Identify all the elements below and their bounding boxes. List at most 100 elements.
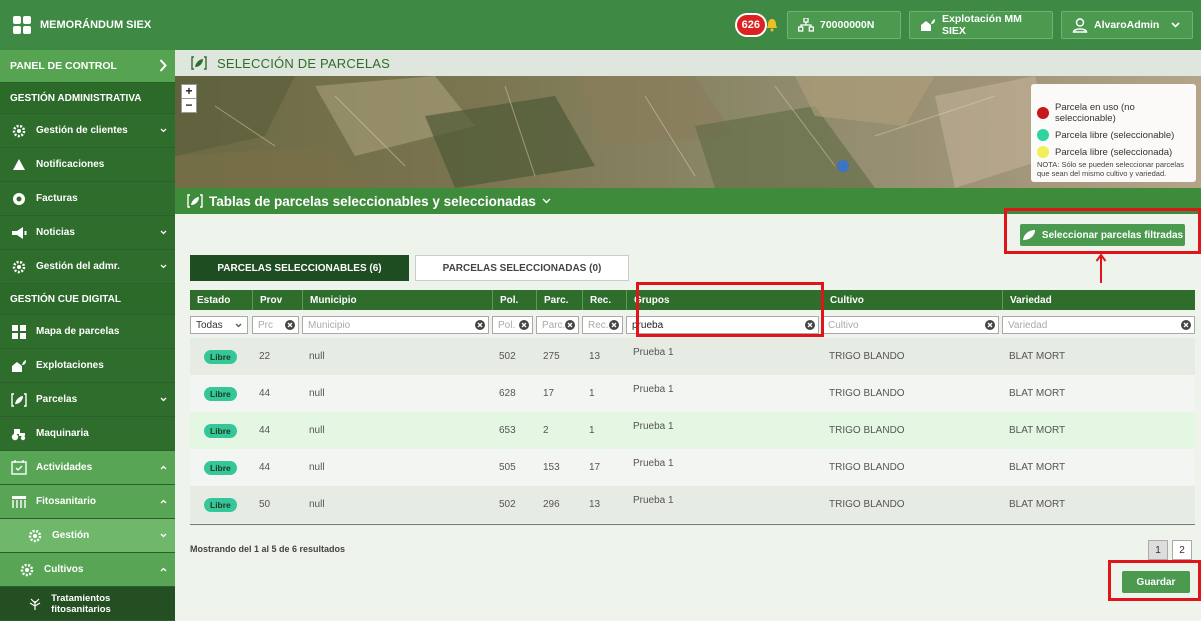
chevron-down-icon (160, 397, 167, 402)
municipio-filter-input[interactable]: Municipio (302, 316, 489, 334)
legend-dot-yellow (1037, 146, 1049, 158)
col-cultivo[interactable]: Cultivo (822, 290, 1002, 310)
parcel-icon (10, 392, 28, 408)
chevron-up-icon (160, 567, 167, 572)
sidebar-item-label: Cultivos (44, 564, 84, 575)
app-logo-block[interactable]: MEMORÁNDUM SIEX (0, 0, 175, 50)
clear-icon[interactable] (519, 320, 529, 330)
tab-seleccionadas[interactable]: PARCELAS SELECCIONADAS (0) (415, 255, 629, 281)
sidebar-item-gestion-admr[interactable]: Gestión del admr. (0, 250, 175, 284)
chevron-down-icon (542, 198, 551, 204)
tab-seleccionables[interactable]: PARCELAS SELECCIONABLES (6) (190, 255, 409, 281)
page-title: SELECCIÓN DE PARCELAS (217, 55, 391, 71)
farm-icon (10, 358, 28, 374)
cultivo-filter-input[interactable]: Cultivo (822, 316, 999, 334)
col-municipio[interactable]: Municipio (302, 290, 492, 310)
cell-prov: 44 (259, 425, 271, 436)
cell-parc: 296 (543, 499, 560, 510)
parcel-icon (187, 194, 203, 208)
status-badge: Libre (204, 349, 237, 364)
col-parc[interactable]: Parc. (536, 290, 582, 310)
sidebar-item-mapa-parcelas[interactable]: Mapa de parcelas (0, 315, 175, 349)
clear-icon[interactable] (475, 320, 485, 330)
zoom-in-button[interactable]: + (182, 85, 196, 98)
sidebar-item-gestion[interactable]: Gestión (0, 519, 175, 553)
sidebar-item-notificaciones[interactable]: Notificaciones (0, 148, 175, 182)
legend-selected: Parcela libre (seleccionada) (1037, 146, 1190, 158)
chevron-down-icon (160, 264, 167, 269)
sidebar-section-label: GESTIÓN CUE DIGITAL (10, 293, 121, 305)
clear-icon[interactable] (985, 320, 995, 330)
zoom-out-button[interactable]: − (182, 98, 196, 112)
chevron-down-icon (1171, 22, 1180, 28)
clear-icon[interactable] (285, 320, 295, 330)
status-badge: Libre (204, 423, 237, 438)
sidebar-item-label: Noticias (36, 227, 75, 238)
col-prov[interactable]: Prov (252, 290, 302, 310)
sidebar-item-label: Fitosanitario (36, 496, 97, 507)
cell-variedad: BLAT MORT (1009, 425, 1066, 436)
parc-filter-placeholder: Parc. (542, 319, 566, 331)
col-pol[interactable]: Pol. (492, 290, 536, 310)
sidebar-item-label: Gestión (52, 530, 90, 541)
rec-filter-input[interactable]: Rec. (582, 316, 623, 334)
sidebar-item-parcelas[interactable]: Parcelas (0, 383, 175, 417)
cell-variedad: BLAT MORT (1009, 388, 1066, 399)
estado-filter-select[interactable]: Todas (190, 316, 248, 334)
greenhouse-icon (10, 494, 28, 510)
user-menu-button[interactable]: AlvaroAdmin (1061, 11, 1193, 39)
page-1-button[interactable]: 1 (1148, 540, 1168, 560)
sidebar-section-label: GESTIÓN ADMINISTRATIVA (10, 92, 142, 104)
cell-parc: 153 (543, 462, 560, 473)
satellite-map[interactable]: + − Parcela en uso (no seleccionable) Pa… (175, 76, 1201, 188)
cell-cultivo: TRIGO BLANDO (829, 351, 905, 362)
table-row[interactable]: Libre 50 null 502 296 13 Prueba 1 TRIGO … (190, 486, 1195, 523)
legend-free: Parcela libre (seleccionable) (1037, 129, 1190, 141)
clear-icon[interactable] (565, 320, 575, 330)
status-badge: Libre (204, 386, 237, 401)
table-row[interactable]: Libre 22 null 502 275 13 Prueba 1 TRIGO … (190, 338, 1195, 375)
page-2-button[interactable]: 2 (1172, 540, 1192, 560)
sidebar-panel-control[interactable]: PANEL DE CONTROL (0, 50, 175, 83)
clear-icon[interactable] (609, 320, 619, 330)
explotacion-button[interactable]: Explotación MM SIEX (909, 11, 1053, 39)
table-row[interactable]: Libre 44 null 505 153 17 Prueba 1 TRIGO … (190, 449, 1195, 486)
cell-variedad: BLAT MORT (1009, 462, 1066, 473)
table-row[interactable]: Libre 44 null 628 17 1 Prueba 1 TRIGO BL… (190, 375, 1195, 412)
sidebar-item-actividades[interactable]: Actividades (0, 451, 175, 485)
col-variedad[interactable]: Variedad (1002, 290, 1195, 310)
col-rec[interactable]: Rec. (582, 290, 626, 310)
sidebar-item-maquinaria[interactable]: Maquinaria (0, 417, 175, 451)
col-estado[interactable]: Estado (190, 290, 252, 310)
calendar-check-icon (10, 460, 28, 476)
sidebar-item-noticias[interactable]: Noticias (0, 216, 175, 250)
sidebar: PANEL DE CONTROL GESTIÓN ADMINISTRATIVA … (0, 50, 175, 621)
cell-cultivo: TRIGO BLANDO (829, 425, 905, 436)
nif-button[interactable]: 70000000N (787, 11, 901, 39)
sidebar-item-label: Maquinaria (36, 428, 89, 439)
notifications-button[interactable]: 626 (734, 13, 779, 37)
chevron-down-icon (235, 323, 242, 328)
sidebar-item-tratamientos[interactable]: Tratamientos fitosanitarios (0, 587, 175, 621)
highlight-grupos-filter (636, 282, 824, 337)
sidebar-item-fitosanitario[interactable]: Fitosanitario (0, 485, 175, 519)
cell-rec: 13 (589, 351, 601, 362)
prov-filter-input[interactable]: Prc (252, 316, 299, 334)
chevron-right-icon (159, 59, 167, 72)
sidebar-item-facturas[interactable]: Facturas (0, 182, 175, 216)
sidebar-item-gestion-clientes[interactable]: Gestión de clientes (0, 114, 175, 148)
parc-filter-input[interactable]: Parc. (536, 316, 579, 334)
cell-municipio: null (309, 388, 325, 399)
pol-filter-input[interactable]: Pol. (492, 316, 533, 334)
chevron-down-icon (160, 230, 167, 235)
sidebar-item-label: Explotaciones (36, 360, 104, 371)
table-row[interactable]: Libre 44 null 653 2 1 Prueba 1 TRIGO BLA… (190, 412, 1195, 449)
sidebar-item-cultivos[interactable]: Cultivos (0, 553, 175, 587)
annotation-arrow (1095, 254, 1107, 284)
cell-pol: 505 (499, 462, 516, 473)
notification-count-badge: 626 (734, 13, 767, 37)
clover-logo-icon (12, 15, 32, 35)
sidebar-item-explotaciones[interactable]: Explotaciones (0, 349, 175, 383)
clear-icon[interactable] (1181, 320, 1191, 330)
variedad-filter-input[interactable]: Variedad (1002, 316, 1195, 334)
